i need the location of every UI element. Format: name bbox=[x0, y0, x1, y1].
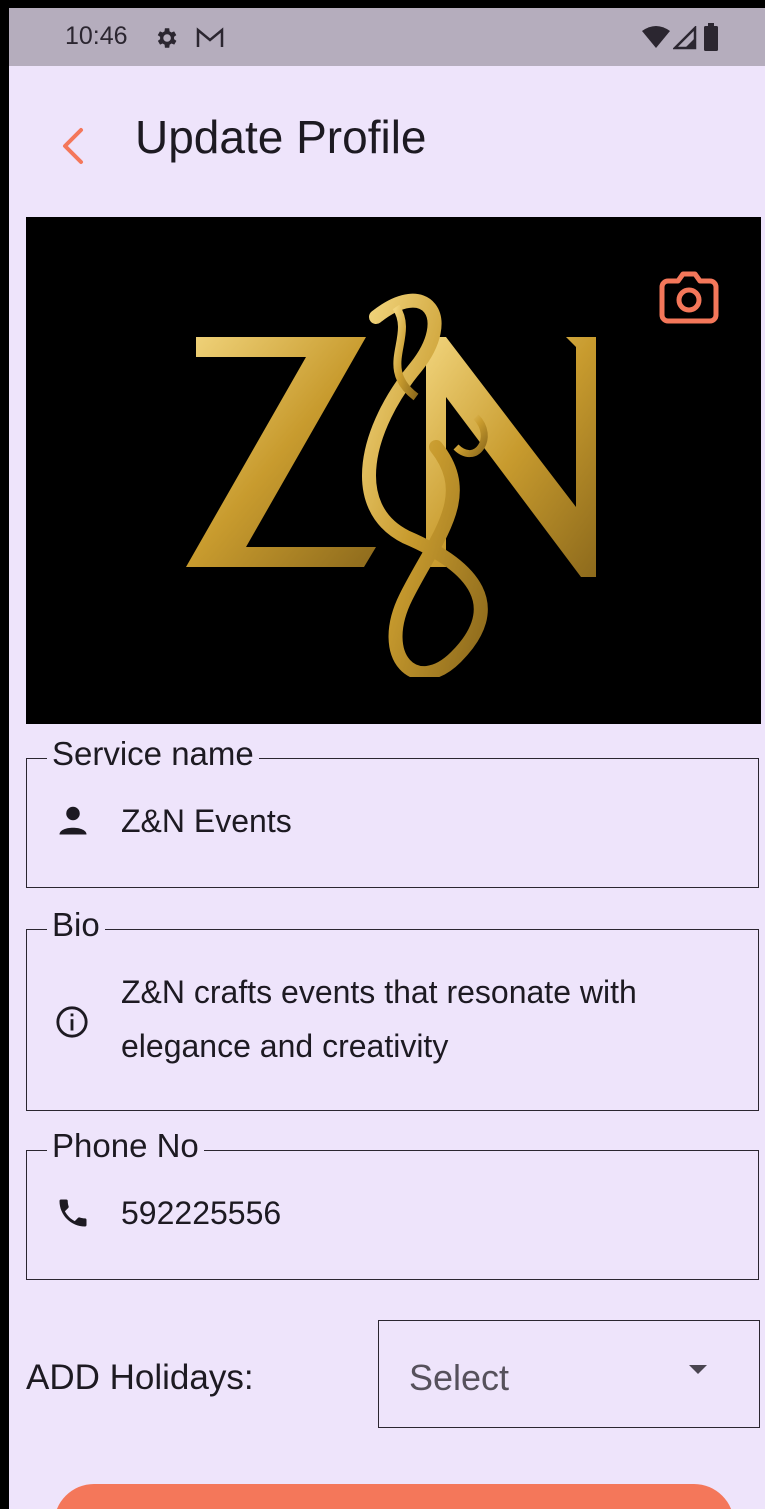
page-title: Update Profile bbox=[135, 111, 427, 163]
signal-icon bbox=[673, 26, 697, 50]
gear-icon bbox=[157, 28, 177, 48]
camera-icon bbox=[659, 271, 719, 324]
bio-field[interactable]: Bio Z&N crafts events that resonate with… bbox=[26, 905, 759, 1111]
phone-field[interactable]: Phone No 592225556 bbox=[26, 1126, 759, 1280]
profile-banner-image bbox=[26, 217, 761, 724]
person-icon bbox=[59, 806, 87, 835]
status-time: 10:46 bbox=[65, 22, 128, 50]
zn-logo bbox=[186, 293, 596, 677]
status-bar: 10:46 bbox=[9, 8, 765, 66]
bio-value-line1: Z&N crafts events that resonate with bbox=[121, 974, 637, 1010]
back-button[interactable] bbox=[51, 116, 95, 176]
service-name-field[interactable]: Service name Z&N Events bbox=[26, 734, 759, 888]
phone-value: 592225556 bbox=[121, 1195, 282, 1231]
service-name-value: Z&N Events bbox=[121, 803, 292, 839]
holidays-selected-value: Select bbox=[409, 1357, 510, 1398]
wifi-icon bbox=[642, 26, 670, 48]
service-name-label: Service name bbox=[47, 734, 259, 774]
phone-icon bbox=[59, 1199, 87, 1227]
caret-down-icon bbox=[689, 1365, 707, 1374]
info-icon bbox=[56, 1006, 88, 1038]
holidays-label: ADD Holidays: bbox=[26, 1358, 254, 1397]
bio-label: Bio bbox=[47, 905, 105, 945]
holidays-dropdown[interactable]: Select bbox=[378, 1320, 760, 1428]
camera-button[interactable] bbox=[658, 269, 720, 325]
app-screen: 10:46 Update Profile Service name Z&N Ev… bbox=[9, 8, 765, 1509]
bio-value-line2: elegance and creativity bbox=[121, 1028, 449, 1064]
update-button[interactable] bbox=[54, 1484, 734, 1509]
gmail-icon bbox=[196, 27, 224, 47]
battery-icon bbox=[704, 23, 718, 51]
phone-label: Phone No bbox=[47, 1126, 204, 1166]
chevron-left-icon bbox=[63, 128, 83, 164]
